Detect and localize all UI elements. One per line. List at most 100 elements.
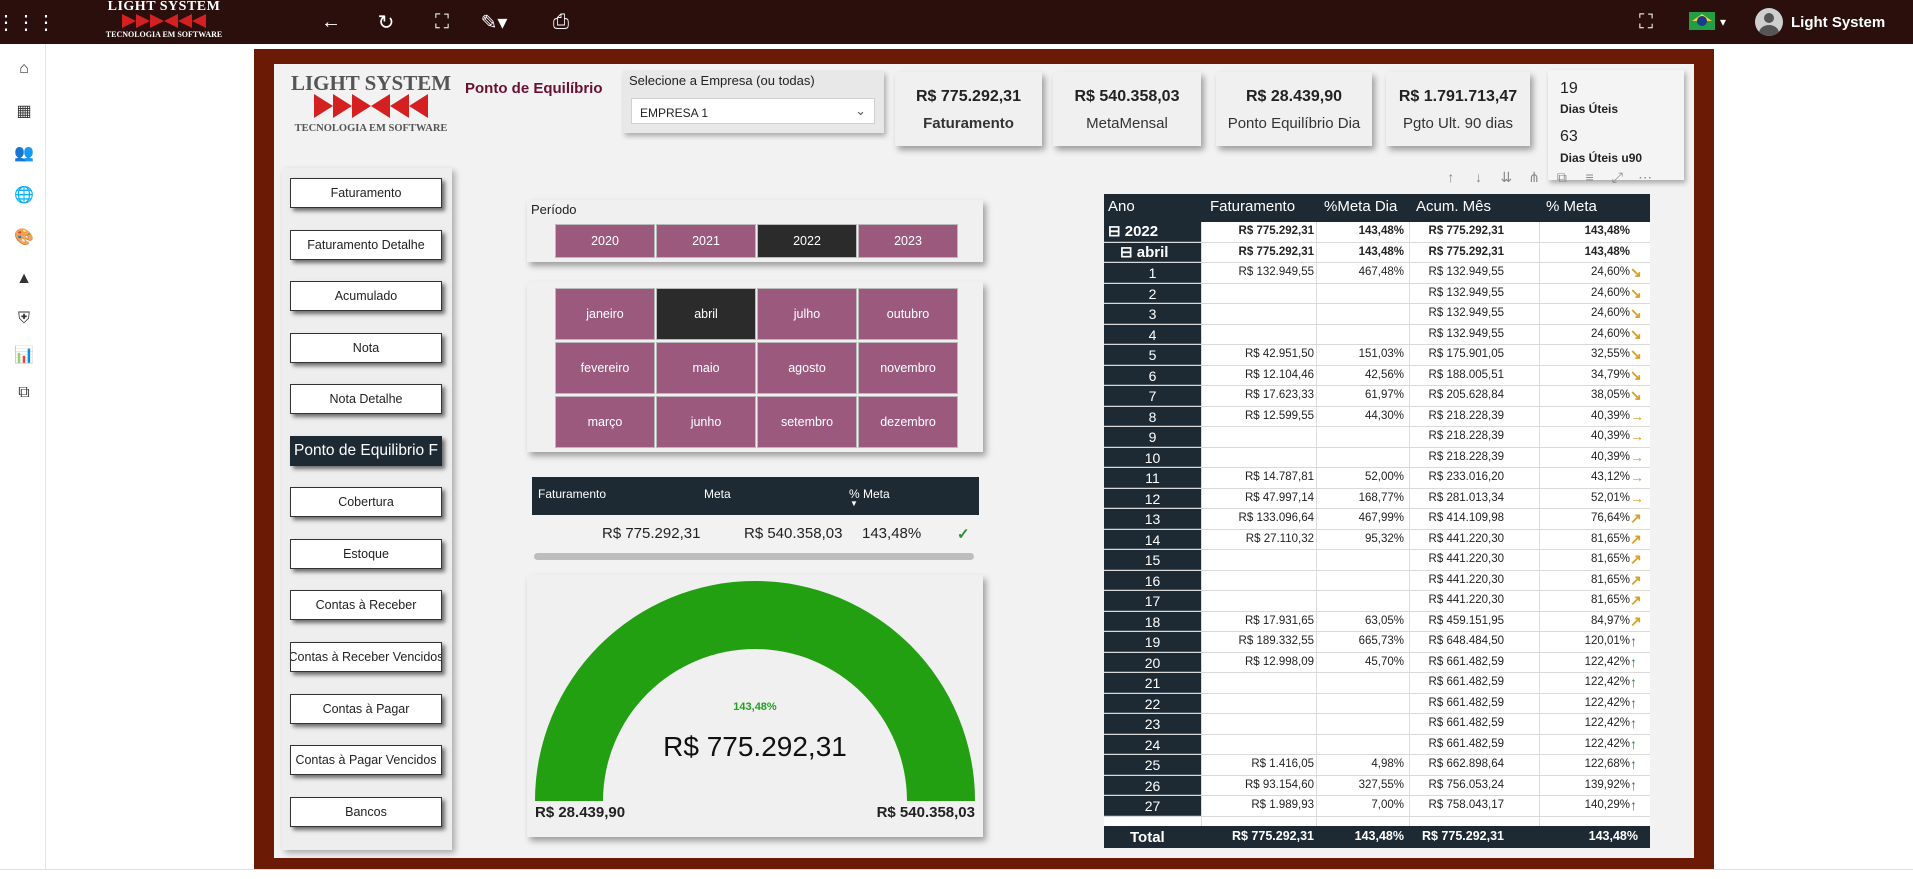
chevron-down-icon: ⌄ bbox=[855, 103, 866, 118]
day-row: 6 R$ 12.104,46 42,56% R$ 188.005,51 34,79% ↘ bbox=[1104, 365, 1650, 386]
matrix-header-faturamento[interactable]: Faturamento bbox=[1210, 198, 1295, 215]
meta-table-scrollbar[interactable] bbox=[534, 553, 974, 560]
copy-visual-icon[interactable]: ⧉ bbox=[1551, 166, 1573, 188]
brand-line1: LIGHT SYSTEM bbox=[107, 0, 221, 14]
copy-icon[interactable]: ⧉ bbox=[13, 382, 35, 404]
month-julho[interactable]: julho bbox=[757, 288, 857, 340]
row-label: 7 bbox=[1104, 386, 1201, 406]
trend-up-right-icon: ↗ bbox=[1630, 530, 1642, 547]
nav-button-acumulado[interactable]: Acumulado bbox=[290, 281, 442, 311]
cell: R$ 132.949,55 bbox=[1238, 266, 1314, 278]
nav-button-faturamento[interactable]: Faturamento bbox=[290, 178, 442, 208]
refresh-icon[interactable]: ↻ bbox=[372, 8, 400, 36]
brazil-flag-icon[interactable] bbox=[1689, 12, 1715, 30]
cell: R$ 132.949,55 bbox=[1428, 286, 1504, 299]
palette-icon[interactable]: 🎨 bbox=[13, 226, 35, 248]
home-icon[interactable]: ⌂ bbox=[13, 58, 35, 80]
fit-screen-icon[interactable]: ⛶ bbox=[428, 8, 456, 36]
globe-icon[interactable]: 🌐 bbox=[13, 184, 35, 206]
cell: 122,42% bbox=[1584, 696, 1630, 709]
nav-button-bancos[interactable]: Bancos bbox=[290, 797, 442, 827]
month-janeiro[interactable]: janeiro bbox=[555, 288, 655, 340]
cell: R$ 661.482,59 bbox=[1428, 655, 1504, 668]
year-2022[interactable]: 2022 bbox=[757, 224, 857, 258]
brand-arrows bbox=[100, 14, 228, 30]
nav-button-nota[interactable]: Nota bbox=[290, 333, 442, 363]
expand-all-icon[interactable]: ⇊ bbox=[1496, 166, 1518, 188]
nav-button-nota-detalhe[interactable]: Nota Detalhe bbox=[290, 384, 442, 414]
trend-right-icon: → bbox=[1630, 489, 1644, 506]
month-outubro[interactable]: outubro bbox=[858, 288, 958, 340]
kpi-value: R$ 540.358,03 bbox=[1074, 88, 1180, 105]
nav-button-cobertura[interactable]: Cobertura bbox=[290, 487, 442, 517]
kpi-dias-uteis: 19 Dias Úteis 63 Dias Úteis u90 bbox=[1548, 70, 1684, 180]
total-cell: R$ 775.292,31 bbox=[1231, 829, 1314, 843]
app-launcher-icon[interactable]: ⋮⋮⋮ bbox=[0, 8, 56, 36]
cell: 81,65% bbox=[1590, 553, 1630, 565]
trend-up-icon: ↑ bbox=[1630, 797, 1637, 813]
user-menu[interactable]: Light System bbox=[1755, 8, 1885, 36]
arrow-up-icon[interactable]: ↑ bbox=[1440, 166, 1462, 188]
row-label[interactable]: ⊟ 2022 bbox=[1104, 222, 1201, 242]
fullscreen-icon[interactable]: ⛶ bbox=[1632, 8, 1660, 36]
month-dezembro[interactable]: dezembro bbox=[858, 396, 958, 448]
arrow-down-icon[interactable]: ↓ bbox=[1468, 166, 1490, 188]
periodo-label: Período bbox=[531, 202, 577, 217]
company-dropdown[interactable]: EMPRESA 1 ⌄ bbox=[631, 98, 875, 124]
month-junho[interactable]: junho bbox=[656, 396, 756, 448]
year-2021[interactable]: 2021 bbox=[656, 224, 756, 258]
month-agosto[interactable]: agosto bbox=[757, 342, 857, 394]
language-chevron-icon[interactable]: ▾ bbox=[1716, 8, 1730, 36]
building-icon[interactable]: ▦ bbox=[13, 100, 35, 122]
header-meta[interactable]: Meta bbox=[704, 487, 731, 501]
nav-button-ponto-de-equilibrio-f[interactable]: Ponto de Equilibrio F bbox=[290, 436, 442, 466]
header-faturamento[interactable]: Faturamento bbox=[538, 487, 606, 501]
year-2023[interactable]: 2023 bbox=[858, 224, 958, 258]
back-icon[interactable]: ← bbox=[317, 8, 345, 36]
year-2020[interactable]: 2020 bbox=[555, 224, 655, 258]
azure-icon[interactable]: ▲ bbox=[13, 268, 35, 290]
nav-button-faturamento-detalhe[interactable]: Faturamento Detalhe bbox=[290, 230, 442, 260]
shield-user-icon[interactable]: ⛨ bbox=[13, 308, 35, 330]
edit-menu-icon[interactable]: ✎▾ bbox=[474, 8, 514, 36]
print-icon[interactable]: ⎙ bbox=[547, 8, 575, 36]
nav-button-contas-receber[interactable]: Contas à Receber bbox=[290, 590, 442, 620]
focus-mode-icon[interactable]: ⤢ bbox=[1607, 166, 1629, 188]
matrix-header--meta-dia[interactable]: %Meta Dia bbox=[1324, 198, 1397, 215]
matrix-header--meta[interactable]: % Meta bbox=[1546, 198, 1597, 215]
cell-faturamento: R$ 775.292,31 bbox=[602, 525, 701, 542]
gauge-chart: 143,48% R$ 775.292,31 R$ 28.439,90 R$ 54… bbox=[527, 575, 983, 837]
matrix-header-ano[interactable]: Ano bbox=[1108, 198, 1135, 215]
row-label: 21 bbox=[1104, 673, 1201, 693]
report-add-icon[interactable]: 📊 bbox=[13, 344, 35, 366]
nav-button-contas-receber-vencidos[interactable]: Contas à Receber Vencidos bbox=[290, 642, 442, 672]
users-icon[interactable]: 👥 bbox=[13, 142, 35, 164]
cell: 4,98% bbox=[1371, 758, 1404, 770]
cell: 52,01% bbox=[1590, 491, 1630, 504]
month-maio[interactable]: maio bbox=[656, 342, 756, 394]
nav-button-contas-pagar-vencidos[interactable]: Contas à Pagar Vencidos bbox=[290, 745, 442, 775]
filter-icon[interactable]: ≡ bbox=[1579, 166, 1601, 188]
cell: R$ 661.482,59 bbox=[1428, 737, 1504, 750]
nav-button-contas-pagar[interactable]: Contas à Pagar bbox=[290, 694, 442, 724]
company-dropdown-value: EMPRESA 1 bbox=[640, 106, 709, 120]
more-options-icon[interactable]: ⋯ bbox=[1634, 166, 1656, 188]
kpi-caption: Faturamento bbox=[923, 115, 1014, 132]
drill-icon[interactable]: ⋔ bbox=[1523, 166, 1545, 188]
cell: 143,48% bbox=[1358, 225, 1404, 237]
total-row: Total R$ 775.292,31 143,48% R$ 775.292,31 14… bbox=[1104, 826, 1650, 848]
day-row: 15 R$ 441.220,30 81,65% ↗ bbox=[1104, 550, 1650, 571]
trend-up-right-icon: ↗ bbox=[1630, 612, 1642, 629]
matrix-header-acum-m-s[interactable]: Acum. Mês bbox=[1416, 198, 1491, 215]
month-março[interactable]: março bbox=[555, 396, 655, 448]
month-abril[interactable]: abril bbox=[656, 288, 756, 340]
nav-button-estoque[interactable]: Estoque bbox=[290, 539, 442, 569]
cell: 7,00% bbox=[1371, 799, 1404, 811]
month-novembro[interactable]: novembro bbox=[858, 342, 958, 394]
month-fevereiro[interactable]: fevereiro bbox=[555, 342, 655, 394]
visual-header: ↑ ↓ ⇊ ⋔ ⧉ ≡ ⤢ ⋯ bbox=[1440, 165, 1656, 189]
row-label[interactable]: ⊟ abril bbox=[1104, 242, 1201, 262]
day-row: 2 R$ 132.949,55 24,60% ↘ bbox=[1104, 283, 1650, 304]
month-setembro[interactable]: setembro bbox=[757, 396, 857, 448]
cell: R$ 662.898,64 bbox=[1428, 758, 1504, 770]
